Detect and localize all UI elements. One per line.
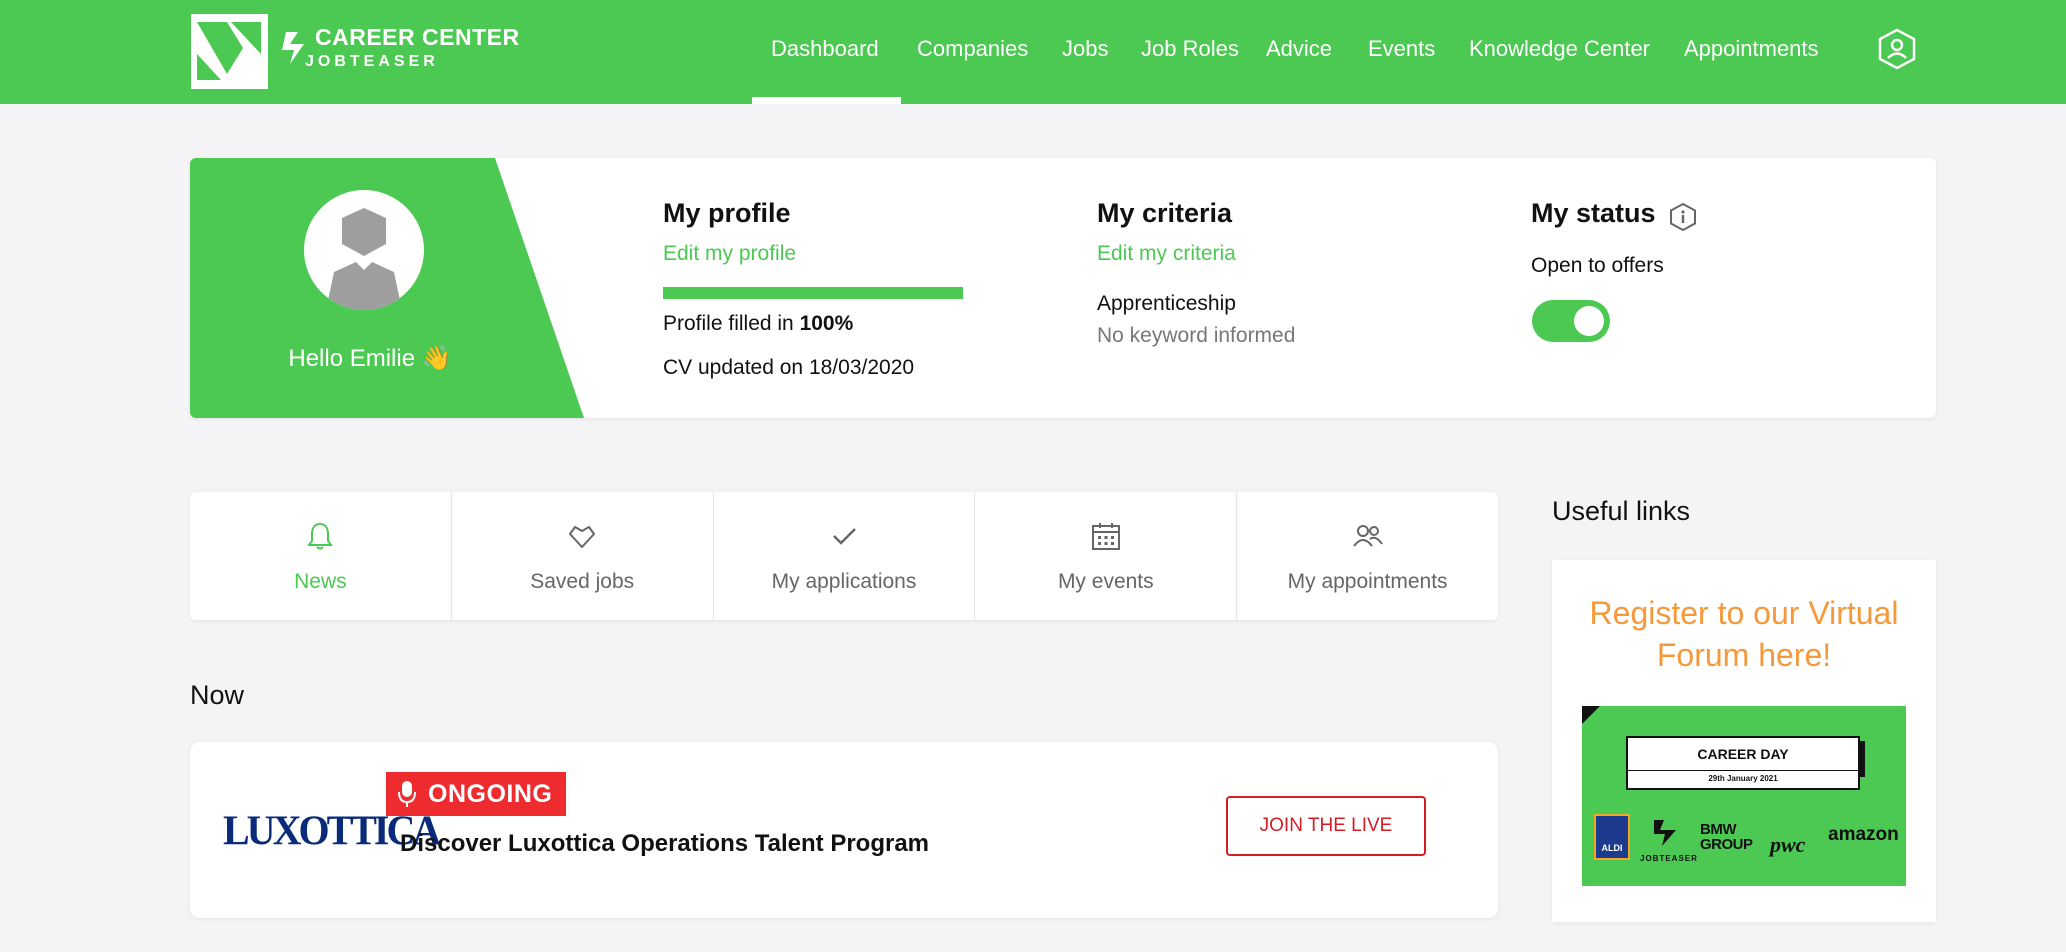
info-icon[interactable] bbox=[1668, 202, 1698, 232]
toggle-knob bbox=[1574, 306, 1604, 336]
pwc-sponsor: pwc bbox=[1770, 832, 1806, 857]
user-menu-icon[interactable] bbox=[1876, 28, 1918, 70]
wave-emoji-icon: 👋 bbox=[421, 345, 452, 372]
nav-companies[interactable]: Companies bbox=[917, 36, 1028, 62]
useful-links-card: Register to our Virtual Forum here! CARE… bbox=[1552, 560, 1936, 922]
tab-my-appointments[interactable]: My appointments bbox=[1237, 492, 1498, 620]
virtual-forum-link[interactable]: Register to our Virtual Forum here! bbox=[1552, 592, 1936, 676]
logo-subtitle: JOBTEASER bbox=[305, 53, 439, 70]
tab-my-events[interactable]: My events bbox=[975, 492, 1238, 620]
my-criteria-title: My criteria bbox=[1097, 198, 1233, 228]
top-nav-bar: CAREER CENTER JOBTEASER Dashboard Compan… bbox=[0, 0, 2066, 104]
people-icon bbox=[1352, 525, 1383, 547]
banner-corner-icon bbox=[1582, 706, 1600, 724]
cv-updated-text: CV updated on 18/03/2020 bbox=[663, 356, 915, 379]
dashboard-tabs: News Saved jobs My applications My event… bbox=[190, 492, 1498, 620]
nav-advice[interactable]: Advice bbox=[1266, 36, 1332, 62]
tab-saved-jobs[interactable]: Saved jobs bbox=[452, 492, 714, 620]
career-day-banner[interactable]: CAREER DAY 29th January 2021 ALDI JOBTEA… bbox=[1582, 706, 1906, 886]
my-status-title: My status bbox=[1531, 198, 1656, 228]
greeting-text: Hello Emilie bbox=[288, 345, 416, 372]
event-title[interactable]: Discover Luxottica Operations Talent Pro… bbox=[400, 830, 929, 858]
greeting: Hello Emilie 👋 bbox=[250, 344, 490, 373]
career-day-title: CAREER DAY bbox=[1626, 736, 1860, 772]
avatar[interactable] bbox=[304, 190, 424, 310]
tab-label: My applications bbox=[771, 570, 917, 593]
amazon-sponsor: amazon bbox=[1828, 824, 1899, 845]
badge-label: ONGOING bbox=[428, 779, 553, 808]
ongoing-badge: ONGOING bbox=[386, 772, 567, 816]
tab-label: My events bbox=[1057, 570, 1154, 593]
tab-label: Saved jobs bbox=[530, 570, 635, 593]
nav-jobs[interactable]: Jobs bbox=[1062, 36, 1108, 62]
jobteaser-mark-icon bbox=[1654, 820, 1676, 846]
nav-appointments[interactable]: Appointments bbox=[1684, 36, 1819, 62]
my-profile-title: My profile bbox=[663, 198, 791, 228]
tab-news[interactable]: News bbox=[190, 492, 452, 620]
useful-links-heading: Useful links bbox=[1552, 496, 1691, 526]
status-label: Open to offers bbox=[1531, 254, 1664, 277]
criteria-keywords: No keyword informed bbox=[1097, 324, 1296, 347]
jobteaser-sponsor: JOBTEASER bbox=[1640, 854, 1698, 863]
criteria-contract-type: Apprenticeship bbox=[1097, 292, 1236, 315]
career-day-date: 29th January 2021 bbox=[1626, 770, 1860, 790]
logo-title: CAREER CENTER bbox=[315, 24, 520, 50]
profile-progress-fill bbox=[663, 287, 963, 299]
open-to-offers-toggle[interactable] bbox=[1532, 300, 1610, 342]
now-heading: Now bbox=[190, 680, 245, 710]
profile-filled-prefix: Profile filled in bbox=[663, 312, 800, 335]
profile-filled-value: 100% bbox=[799, 312, 854, 335]
profile-summary-card: Hello Emilie 👋 My profile Edit my profil… bbox=[190, 158, 1936, 418]
edit-profile-link[interactable]: Edit my profile bbox=[663, 242, 796, 266]
tab-label: News bbox=[294, 570, 347, 593]
aldi-logo: ALDI bbox=[1594, 814, 1630, 860]
profile-progress-bar bbox=[663, 287, 963, 299]
nav-knowledge-center[interactable]: Knowledge Center bbox=[1469, 36, 1650, 62]
calendar-icon bbox=[1091, 523, 1120, 550]
nav-job-roles[interactable]: Job Roles bbox=[1141, 36, 1239, 62]
nav-dashboard[interactable]: Dashboard bbox=[771, 36, 879, 62]
heart-icon bbox=[569, 526, 596, 548]
join-live-button[interactable]: JOIN THE LIVE bbox=[1226, 796, 1426, 856]
bmw-sponsor: BMW GROUP bbox=[1700, 821, 1753, 853]
school-logo[interactable] bbox=[191, 14, 268, 89]
profile-filled-text: Profile filled in 100% bbox=[663, 312, 853, 336]
check-icon bbox=[833, 528, 856, 545]
active-nav-indicator bbox=[752, 97, 901, 104]
edit-criteria-link[interactable]: Edit my criteria bbox=[1097, 242, 1236, 266]
bell-icon bbox=[307, 522, 334, 550]
logo-text: CAREER CENTER JOBTEASER bbox=[280, 24, 520, 71]
live-event-card[interactable]: LUXOTTICA ONGOING Discover Luxottica Ope… bbox=[190, 742, 1498, 918]
tab-my-applications[interactable]: My applications bbox=[714, 492, 976, 620]
aldi-logo-text: ALDI bbox=[1601, 843, 1623, 853]
tab-label: My appointments bbox=[1287, 570, 1448, 593]
microphone-icon bbox=[398, 781, 416, 807]
nav-events[interactable]: Events bbox=[1368, 36, 1435, 62]
